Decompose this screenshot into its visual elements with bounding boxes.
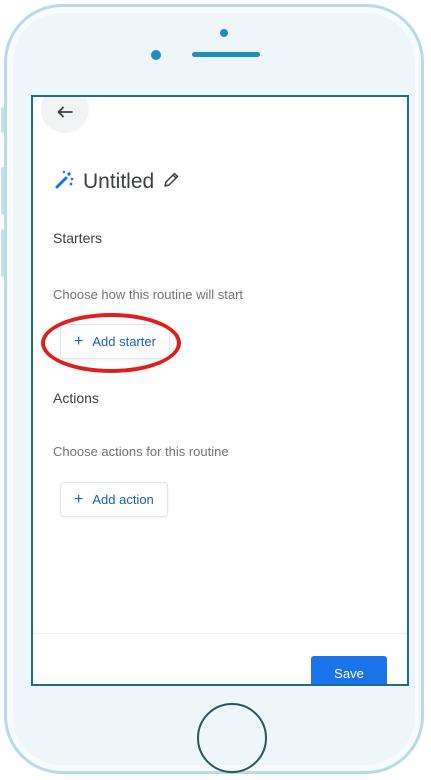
- phone-side-button: [1, 107, 4, 133]
- footer-divider: [33, 633, 407, 634]
- phone-speaker: [192, 52, 260, 57]
- starters-description: Choose how this routine will start: [53, 287, 244, 302]
- pencil-icon[interactable]: [162, 171, 180, 194]
- routine-title: Untitled: [83, 170, 155, 193]
- phone-volume-down-button: [1, 229, 4, 277]
- phone-camera: [151, 50, 161, 60]
- phone-home-button[interactable]: [197, 703, 267, 773]
- plus-icon: +: [74, 490, 84, 508]
- app-screen: Untitled Starters Choose how this routin…: [31, 95, 409, 686]
- actions-description: Choose actions for this routine: [53, 444, 229, 459]
- phone-sensor: [220, 29, 228, 37]
- actions-heading: Actions: [53, 390, 99, 406]
- magic-wand-icon: [53, 169, 75, 196]
- add-starter-label: Add starter: [92, 334, 156, 349]
- add-action-label: Add action: [92, 492, 154, 507]
- phone-volume-up-button: [1, 167, 4, 215]
- save-button[interactable]: Save: [311, 656, 387, 684]
- routine-title-row: Untitled: [53, 169, 180, 195]
- plus-icon: +: [74, 332, 84, 350]
- add-starter-button[interactable]: + Add starter: [60, 324, 170, 359]
- starters-heading: Starters: [53, 230, 103, 246]
- add-action-button[interactable]: + Add action: [60, 482, 168, 517]
- back-button[interactable]: [41, 97, 89, 133]
- back-arrow-icon: [57, 105, 73, 123]
